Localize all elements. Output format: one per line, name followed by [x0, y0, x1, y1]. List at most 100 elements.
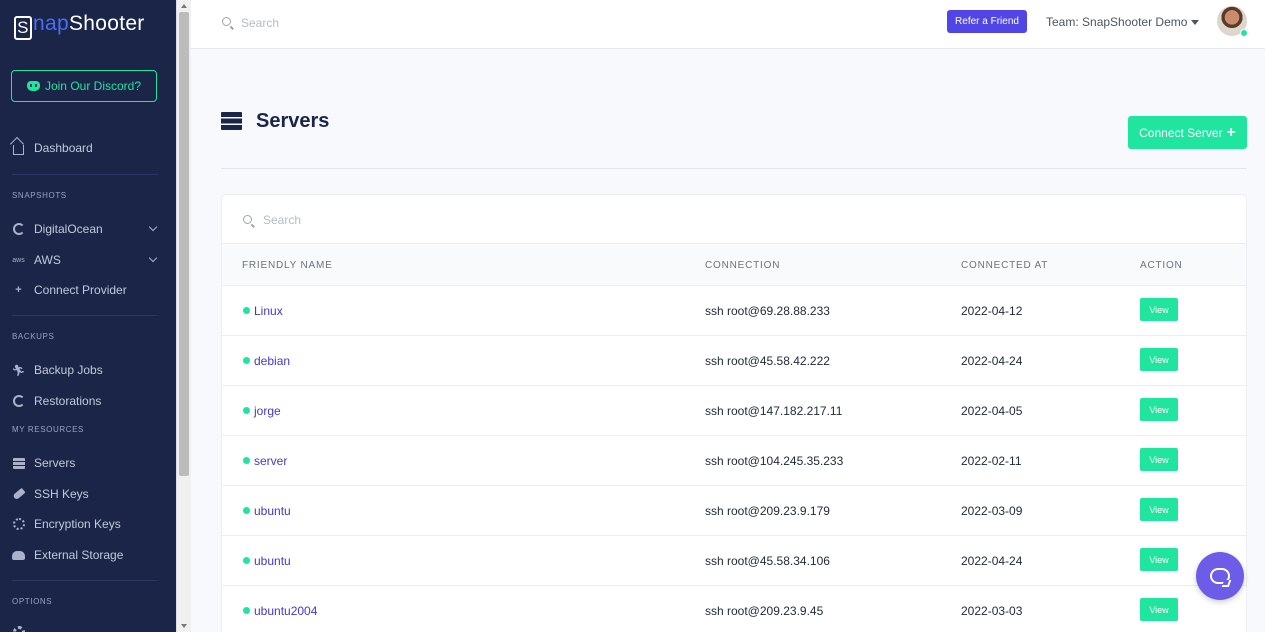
sidebar-item-encryption-keys[interactable]: Encryption Keys	[12, 514, 158, 534]
connection-string: ssh root@147.182.217.11	[705, 404, 843, 418]
top-bar: Refer a Friend Team: SnapShooter Demo	[191, 0, 1265, 49]
sidebar-item-digitalocean[interactable]: DigitalOcean	[12, 219, 158, 239]
sidebar: SnapShooter Join Our Discord? Dashboard …	[0, 0, 176, 632]
caret-down-icon	[1191, 19, 1200, 25]
sidebar-item-label: DigitalOcean	[34, 222, 103, 236]
server-name-link[interactable]: jorge	[254, 404, 281, 418]
server-name-link[interactable]: debian	[254, 354, 290, 368]
sidebar-item-servers[interactable]: Servers	[12, 453, 158, 473]
sidebar-item-label: Dashboard	[34, 141, 93, 155]
table-row: jorge ssh root@147.182.217.11 2022-04-05…	[222, 386, 1246, 436]
status-dot	[243, 407, 250, 414]
chat-support-button[interactable]	[1196, 552, 1244, 600]
status-dot	[243, 307, 250, 314]
connection-string: ssh root@209.23.9.179	[705, 504, 830, 518]
server-name-link[interactable]: server	[254, 454, 287, 468]
sidebar-item-external-storage[interactable]: External Storage	[12, 545, 158, 565]
connect-server-label: Connect Server	[1139, 125, 1223, 140]
sidebar-item-aws[interactable]: aws AWS	[12, 250, 158, 270]
sidebar-scrollbar[interactable]	[176, 0, 191, 632]
connected-at: 2022-04-24	[961, 354, 1023, 368]
team-label: Team: SnapShooter Demo	[1046, 15, 1188, 29]
page-title: Servers	[256, 110, 330, 132]
connected-at: 2022-03-03	[961, 604, 1023, 618]
server-name-link[interactable]: ubuntu	[254, 554, 291, 568]
connection-string: ssh root@45.58.42.222	[705, 354, 830, 368]
global-search-input[interactable]	[241, 13, 541, 33]
sidebar-item-label: Restorations	[34, 394, 102, 408]
scroll-down-arrow-icon[interactable]	[181, 624, 187, 628]
join-discord-label: Join Our Discord?	[44, 79, 142, 93]
user-avatar[interactable]	[1217, 6, 1248, 37]
column-header-friendly-name: FRIENDLY NAME	[242, 260, 333, 271]
connection-string: ssh root@45.58.34.106	[705, 554, 830, 568]
join-discord-button[interactable]: Join Our Discord?	[11, 70, 157, 102]
status-dot	[243, 507, 250, 514]
aws-icon: aws	[12, 256, 25, 264]
sidebar-item-label: SSH Keys	[34, 487, 89, 501]
team-switcher[interactable]: Team: SnapShooter Demo	[1046, 15, 1200, 29]
view-button[interactable]: View	[1140, 448, 1178, 471]
connect-server-button[interactable]: Connect Server +	[1128, 116, 1247, 149]
table-row: Linux ssh root@69.28.88.233 2022-04-12 V…	[222, 286, 1246, 336]
sidebar-item-settings[interactable]	[12, 622, 158, 632]
connected-at: 2022-02-11	[961, 454, 1022, 468]
column-header-connection: CONNECTION	[705, 260, 781, 271]
section-label-backups: BACKUPS	[12, 332, 55, 341]
sidebar-item-backup-jobs[interactable]: 🏃︎ Backup Jobs	[12, 360, 158, 380]
view-button[interactable]: View	[1140, 598, 1178, 621]
server-name-link[interactable]: Linux	[254, 304, 283, 318]
sidebar-item-label: Encryption Keys	[34, 517, 121, 531]
running-person-icon: 🏃︎	[11, 364, 26, 377]
sidebar-item-connect-provider[interactable]: + Connect Provider	[12, 280, 158, 300]
online-status-indicator	[1240, 29, 1248, 37]
table-row: ubuntu2004 ssh root@209.23.9.45 2022-03-…	[222, 586, 1246, 632]
view-button[interactable]: View	[1140, 498, 1178, 521]
sidebar-item-dashboard[interactable]: Dashboard	[12, 138, 158, 158]
section-label-snapshots: SNAPSHOTS	[12, 191, 67, 200]
key-icon	[11, 487, 26, 501]
view-button[interactable]: View	[1140, 398, 1178, 421]
sidebar-item-label: Backup Jobs	[34, 363, 103, 377]
scroll-up-arrow-icon[interactable]	[181, 4, 187, 8]
sidebar-divider	[12, 315, 158, 316]
digitalocean-icon	[12, 223, 25, 236]
chevron-down-icon	[148, 222, 158, 232]
sidebar-item-label: Servers	[34, 456, 76, 470]
servers-table-card: FRIENDLY NAME CONNECTION CONNECTED AT AC…	[221, 194, 1247, 632]
snapshooter-logo[interactable]: SnapShooter	[14, 12, 145, 40]
view-button[interactable]: View	[1140, 548, 1178, 571]
table-row: ubuntu ssh root@45.58.34.106 2022-04-24 …	[222, 536, 1246, 586]
connected-at: 2022-04-24	[961, 554, 1023, 568]
refresh-icon	[12, 395, 25, 408]
connected-at: 2022-03-09	[961, 504, 1023, 518]
table-row: debian ssh root@45.58.42.222 2022-04-24 …	[222, 336, 1246, 386]
server-name-link[interactable]: ubuntu2004	[254, 604, 317, 618]
plus-icon: +	[15, 283, 22, 296]
view-button[interactable]: View	[1140, 348, 1178, 371]
header-divider	[221, 168, 1247, 169]
server-icon	[12, 457, 25, 470]
table-search-input[interactable]	[263, 210, 663, 230]
sidebar-item-ssh-keys[interactable]: SSH Keys	[11, 484, 158, 504]
chevron-down-icon	[148, 253, 158, 263]
status-dot	[243, 557, 250, 564]
connection-string: ssh root@209.23.9.45	[705, 604, 824, 618]
connected-at: 2022-04-05	[961, 404, 1023, 418]
refer-friend-button[interactable]: Refer a Friend	[947, 10, 1027, 33]
connection-string: ssh root@104.245.35.233	[705, 454, 844, 468]
sidebar-item-label: Connect Provider	[34, 283, 127, 297]
view-button[interactable]: View	[1140, 298, 1178, 321]
sidebar-item-label: External Storage	[34, 548, 124, 562]
scrollbar-thumb[interactable]	[179, 12, 189, 476]
status-dot	[243, 357, 250, 364]
sidebar-item-restorations[interactable]: Restorations	[12, 391, 158, 411]
discord-icon	[26, 81, 40, 91]
search-icon	[222, 17, 231, 26]
logo-shooter-text: Shooter	[68, 12, 145, 35]
plus-icon: +	[1226, 123, 1236, 141]
server-name-link[interactable]: ubuntu	[254, 504, 291, 518]
column-header-action: ACTION	[1140, 260, 1183, 271]
column-header-connected-at: CONNECTED AT	[961, 260, 1049, 271]
home-icon	[12, 142, 25, 155]
